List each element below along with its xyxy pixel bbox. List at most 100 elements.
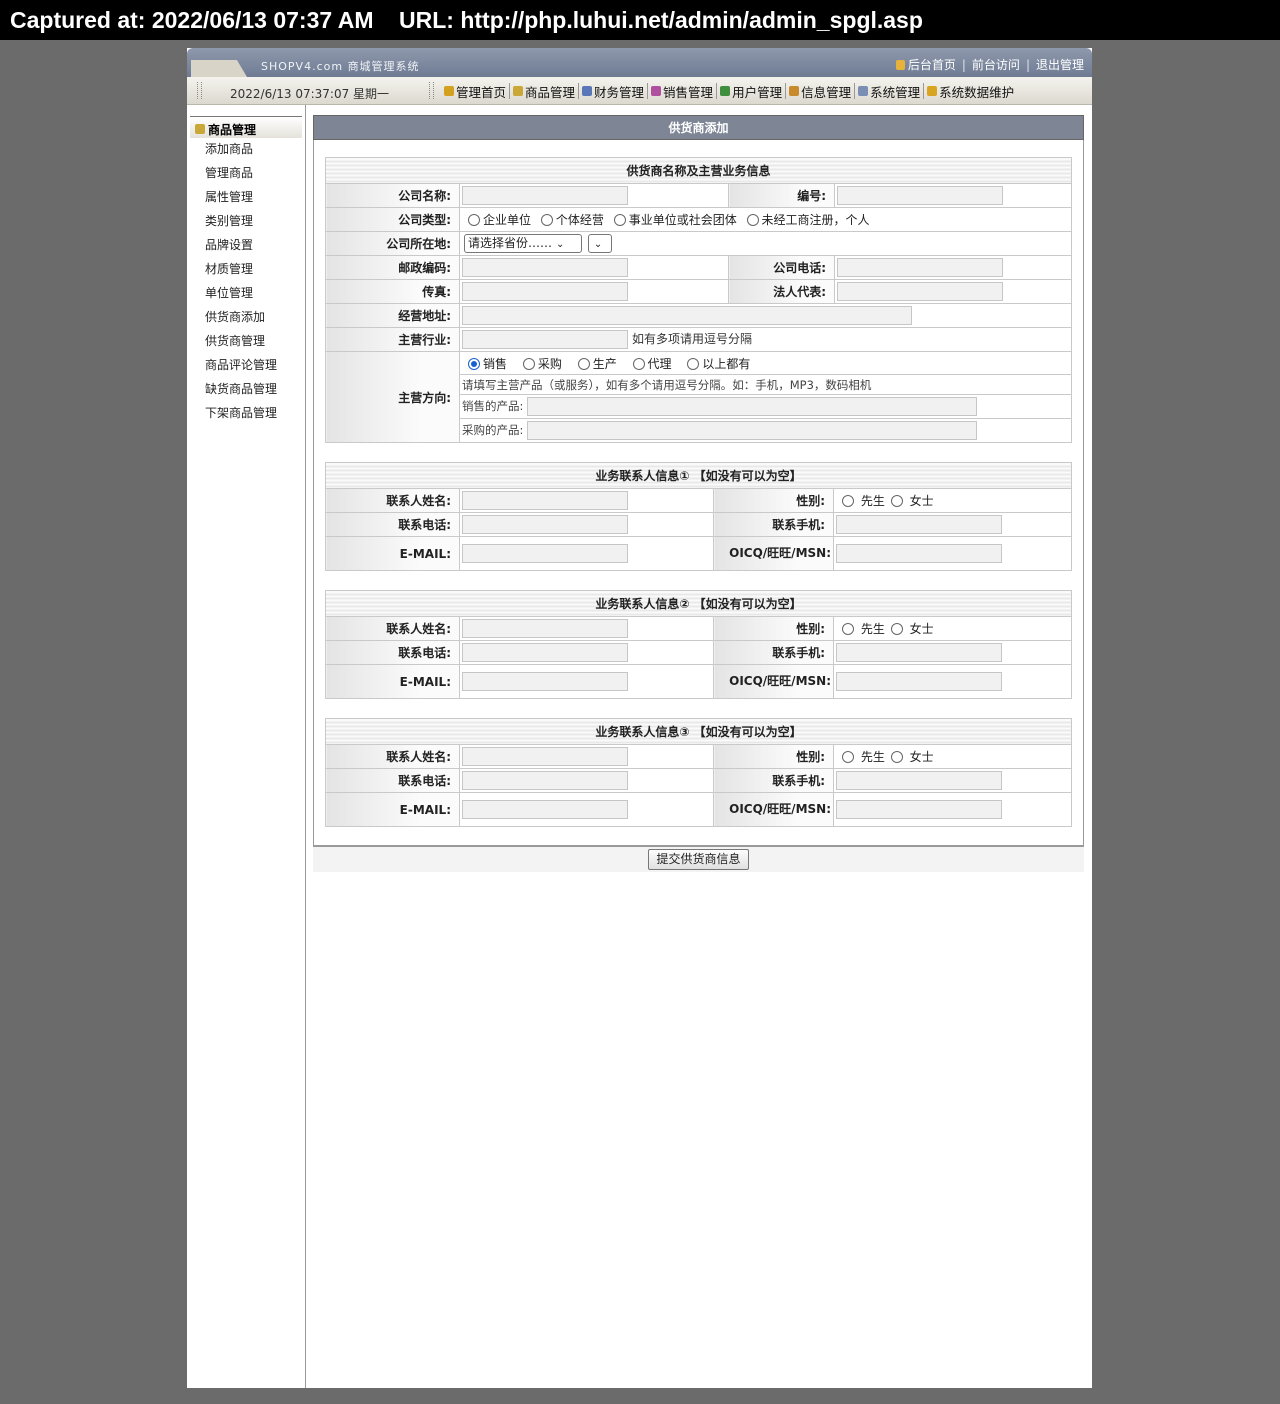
sidebar-item-3[interactable]: 类别管理 (205, 212, 277, 236)
nav-item-7[interactable]: 系统数据维护 (924, 83, 1017, 100)
sidebar-item-2[interactable]: 属性管理 (205, 188, 277, 212)
contact-im-label: OICQ/旺旺/MSN: (713, 792, 834, 827)
nav-item-label: 信息管理 (801, 84, 852, 100)
toolbar-grip (429, 82, 434, 99)
link-frontend[interactable]: 前台访问 (972, 58, 1020, 72)
user-icon (720, 86, 731, 96)
sidebar-item-6[interactable]: 单位管理 (205, 284, 277, 308)
code-input[interactable] (837, 186, 1003, 205)
contact-im-input[interactable] (836, 800, 1002, 819)
company-phone-input[interactable] (837, 258, 1003, 277)
toolbar: 2022/6/13 07:37:07 星期一 管理首页 商品管理 财务管理 销售管理 用… (187, 77, 1092, 105)
type-radio-enterprise[interactable] (468, 214, 480, 226)
contact-table-1: 业务联系人信息① 【如没有可以为空】 联系人姓名: 性别: 先生 女士 联系电话: 联系… (325, 462, 1072, 571)
type-radio-institution[interactable] (613, 214, 626, 226)
buy-products-input[interactable] (527, 421, 978, 440)
industry-hint: 如有多项请用逗号分隔 (632, 332, 753, 346)
contact-mobile-input[interactable] (836, 643, 1002, 662)
direction-radio-buy[interactable] (522, 357, 535, 370)
sidebar-menu: 添加商品 管理商品 属性管理 类别管理 品牌设置 材质管理 单位管理 供货商添加 供货商管理 商品… (205, 140, 277, 428)
nav-item-1[interactable]: 商品管理 (510, 83, 580, 100)
link-logout[interactable]: 退出管理 (1036, 58, 1084, 72)
zip-input[interactable] (462, 258, 628, 277)
contact-name-input[interactable] (462, 619, 628, 638)
fax-input[interactable] (462, 282, 628, 301)
direction-radio-all[interactable] (687, 357, 700, 370)
company-name-input[interactable] (462, 186, 628, 205)
fax-label: 传真: (325, 279, 460, 304)
sidebar-item-5[interactable]: 材质管理 (205, 260, 277, 284)
gender-radio-male[interactable] (842, 623, 854, 635)
contact-im-input[interactable] (836, 672, 1002, 691)
nav-item-0[interactable]: 管理首页 (441, 83, 511, 100)
sidebar-header: 商品管理 (190, 116, 302, 138)
nav-item-6[interactable]: 系统管理 (855, 83, 925, 100)
contact-phone-label: 联系电话: (325, 512, 460, 537)
nav-item-label: 销售管理 (663, 84, 714, 100)
home-icon (444, 86, 454, 96)
gender-male-label: 先生 (860, 622, 885, 636)
direction-radio-sell[interactable] (468, 357, 480, 370)
contact-phone-input[interactable] (462, 515, 628, 534)
company-name-label: 公司名称: (325, 183, 460, 208)
address-input[interactable] (462, 306, 912, 325)
contact-email-input[interactable] (462, 544, 628, 563)
form-body: 供货商名称及主营业务信息 公司名称: 编号: 公司类型: 企业单位 个体经营 事… (313, 140, 1084, 846)
gender-radio-female[interactable] (890, 623, 903, 635)
main-nav: 管理首页 商品管理 财务管理 销售管理 用户管理 信息管理 系统管理 系统数据维护 (441, 83, 1017, 100)
province-select[interactable]: 请选择省份…… ⌄ (464, 234, 582, 253)
contact-mobile-label: 联系手机: (713, 640, 834, 665)
contact-name-input[interactable] (462, 491, 628, 510)
lock-icon (927, 86, 938, 96)
direction-radio-produce[interactable] (577, 357, 590, 370)
contact-email-input[interactable] (462, 800, 628, 819)
contact-name-label: 联系人姓名: (325, 744, 460, 769)
nav-item-5[interactable]: 信息管理 (786, 83, 856, 100)
contact-im-input[interactable] (836, 544, 1002, 563)
direction-radio-agent[interactable] (632, 357, 645, 370)
gender-radio-female[interactable] (890, 751, 903, 763)
sidebar-item-8[interactable]: 供货商管理 (205, 332, 277, 356)
nav-item-2[interactable]: 财务管理 (579, 83, 649, 100)
brand-suffix: 商城管理系统 (347, 60, 420, 73)
link-admin-home[interactable]: 后台首页 (908, 58, 956, 72)
gender-radio-female[interactable] (890, 495, 903, 507)
type-radio-unregistered[interactable] (746, 214, 759, 226)
contact-caption: 业务联系人信息③ 【如没有可以为空】 (325, 718, 1072, 745)
contact-email-input[interactable] (462, 672, 628, 691)
submit-supplier-button[interactable]: 提交供货商信息 (648, 849, 749, 870)
sidebar-item-0[interactable]: 添加商品 (205, 140, 277, 164)
type-radio-individual[interactable] (540, 214, 553, 226)
company-phone-label: 公司电话: (728, 255, 835, 280)
contact-phone-input[interactable] (462, 771, 628, 790)
industry-input[interactable] (462, 330, 628, 349)
page-title: 供货商添加 (313, 115, 1084, 140)
goods-icon (195, 124, 205, 134)
lock-icon (895, 60, 905, 70)
contact-name-input[interactable] (462, 747, 628, 766)
sidebar-item-7[interactable]: 供货商添加 (205, 308, 277, 332)
sales-chart-icon (651, 86, 662, 96)
legal-rep-input[interactable] (837, 282, 1003, 301)
gender-label: 性别: (713, 488, 834, 513)
gender-radio-male[interactable] (842, 751, 854, 763)
nav-item-4[interactable]: 用户管理 (717, 83, 787, 100)
gender-radio-male[interactable] (842, 495, 854, 507)
sidebar-item-11[interactable]: 下架商品管理 (205, 404, 277, 428)
system-icon (858, 86, 869, 96)
sidebar-item-1[interactable]: 管理商品 (205, 164, 277, 188)
direction-option-label: 代理 (647, 356, 672, 371)
submit-bar: 提交供货商信息 (313, 846, 1084, 872)
contact-mobile-label: 联系手机: (713, 512, 834, 537)
contact-mobile-input[interactable] (836, 515, 1002, 534)
contact-mobile-input[interactable] (836, 771, 1002, 790)
sidebar-item-9[interactable]: 商品评论管理 (205, 356, 277, 380)
sidebar-item-4[interactable]: 品牌设置 (205, 236, 277, 260)
sidebar-item-10[interactable]: 缺货商品管理 (205, 380, 277, 404)
contact-phone-input[interactable] (462, 643, 628, 662)
nav-item-3[interactable]: 销售管理 (648, 83, 718, 100)
contact-email-label: E-MAIL: (325, 664, 460, 699)
sell-products-input[interactable] (527, 397, 978, 416)
contact-caption: 业务联系人信息① 【如没有可以为空】 (325, 462, 1072, 489)
city-select[interactable]: ⌄ (587, 234, 612, 253)
